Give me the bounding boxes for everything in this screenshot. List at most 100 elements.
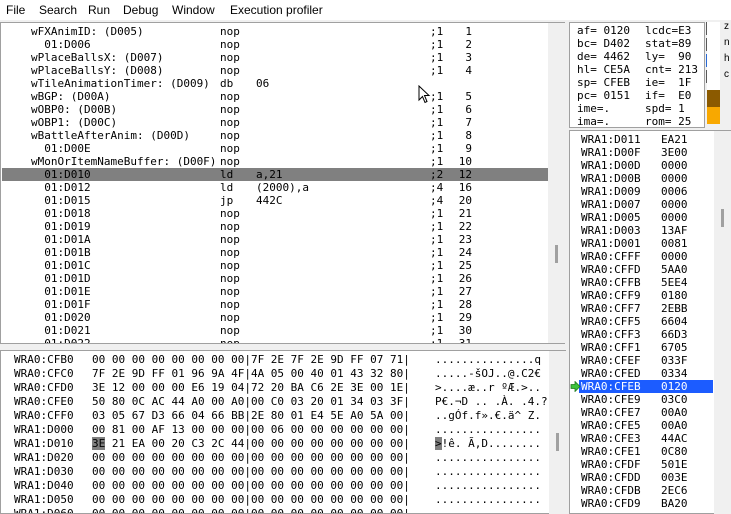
disassembly-row[interactable]: 01:D01A nop ;1 23 [2,233,548,246]
disassembly-row[interactable]: wFXAnimID: (D005) nop ;1 1 [2,25,548,38]
stack-row[interactable]: WRA1:D005 0000 [579,211,713,224]
menu-window[interactable]: Window [172,3,215,17]
stack-row[interactable]: WRA0:CFD9 BA20 [579,497,713,510]
menu-search[interactable]: Search [39,3,77,17]
disassembly-row[interactable]: 01:D019 nop ;1 22 [2,220,548,233]
stack-row[interactable]: WRA0:CFFF 0000 [579,250,713,263]
memory-row[interactable]: WRA1:D060 00 00 00 00 00 00 00 00|00 00 0… [2,507,548,513]
stack-row[interactable]: WRA0:CFF7 2EBB [579,302,713,315]
stack-row[interactable]: WRA0:CFF9 0180 [579,289,713,302]
stack-address: WRA0:CFE5 [581,419,641,432]
stack-address: WRA1:D011 [581,133,641,146]
stack-row[interactable]: WRA0:CFDB 2EC6 [579,484,713,497]
memory-row[interactable]: WRA1:D040 00 00 00 00 00 00 00 00|00 00 0… [2,479,548,492]
memory-hex-view[interactable]: WRA0:CFB0 00 00 00 00 00 00 00 00|7F 2E 7… [0,350,566,514]
stack-scrollbar[interactable] [714,131,731,514]
stack-row[interactable]: WRA1:D011 EA21 [579,133,713,146]
disassembly-row[interactable]: 01:D01C nop ;1 25 [2,259,548,272]
disassembly-line-number: 27 [458,285,472,298]
disassembly-row[interactable]: 01:D022 nop ;1 31 [2,337,548,344]
memory-scroll-thumb[interactable] [556,433,559,451]
stack-value: 0081 [661,237,688,250]
stack-row[interactable]: WRA1:D009 0006 [579,185,713,198]
memory-row[interactable]: WRA0:CFF0 03 05 67 D3 66 04 66 BB|2E 80 0… [2,409,548,422]
stack-view[interactable]: WRA1:D011 EA21 WRA1:D00F 3E00 WRA1:D00D 0000 W… [569,130,731,514]
stack-row[interactable]: WRA0:CFE3 44AC [579,432,713,445]
stack-row[interactable]: WRA0:CFF1 6705 [579,341,713,354]
stack-row[interactable]: WRA0:CFFB 5EE4 [579,276,713,289]
menu-debug[interactable]: Debug [123,3,158,17]
stack-scroll-thumb[interactable] [721,209,724,227]
memory-row[interactable]: WRA1:D000 00 81 00 AF 13 00 00 00|00 06 0… [2,423,548,436]
menu-execution-profiler[interactable]: Execution profiler [230,3,323,17]
disassembly-row[interactable]: wOBP0: (D00B) nop ;1 6 [2,103,548,116]
disassembly-instruction: nop [220,103,240,116]
memory-row[interactable]: WRA0:CFB0 00 00 00 00 00 00 00 00|7F 2E 7… [2,353,548,366]
disassembly-row[interactable]: 01:D01B nop ;1 24 [2,246,548,259]
disassembly-row[interactable]: 01:D020 nop ;1 29 [2,311,548,324]
memory-row[interactable]: WRA1:D020 00 00 00 00 00 00 00 00|00 00 0… [2,451,548,464]
stack-row[interactable]: WRA0:CFEF 033F [579,354,713,367]
memory-row[interactable]: WRA1:D050 00 00 00 00 00 00 00 00|00 00 0… [2,493,548,506]
stack-row[interactable]: WRA0:CFE1 0C80 [579,445,713,458]
memory-row[interactable]: WRA0:CFE0 50 80 0C AC 44 A0 00 A0|00 C0 0… [2,395,548,408]
stack-row[interactable]: WRA0:CFE7 00A0 [579,406,713,419]
stack-row[interactable]: WRA0:CFE5 00A0 [579,419,713,432]
disassembly-row[interactable]: wBattleAfterAnim: (D00D) nop ;1 8 [2,129,548,142]
disassembly-row[interactable]: wBGP: (D00A) nop ;1 5 [2,90,548,103]
disassembly-instruction: ld [220,168,234,181]
stack-row-current[interactable]: WRA0:CFEB 0120 [579,380,713,393]
memory-selected-char[interactable]: > [435,437,442,450]
disassembly-row[interactable]: 01:D018 nop ;1 21 [2,207,548,220]
stack-row[interactable]: WRA1:D00D 0000 [579,159,713,172]
stack-row[interactable]: WRA1:D007 0000 [579,198,713,211]
disassembly-instruction: db [220,77,234,90]
memory-row[interactable]: WRA1:D030 00 00 00 00 00 00 00 00|00 00 0… [2,465,548,478]
stack-row[interactable]: WRA1:D003 13AF [579,224,713,237]
memory-row[interactable]: WRA0:CFD0 3E 12 00 00 00 E6 19 04|72 20 B… [2,381,548,394]
disassembly-line-number: 10 [458,155,472,168]
stack-row[interactable]: WRA0:CFED 0334 [579,367,713,380]
disassembly-row[interactable]: 01:D015 jp 442C ;4 20 [2,194,548,207]
menu-run[interactable]: Run [88,3,110,17]
stack-row[interactable]: WRA1:D00B 0000 [579,172,713,185]
disassembly-cycles: ;1 [430,64,444,77]
disassembly-row[interactable]: 01:D00E nop ;1 9 [2,142,548,155]
stack-row[interactable]: WRA0:CFDF 501E [579,458,713,471]
stack-row[interactable]: WRA0:CFF3 66D3 [579,328,713,341]
disassembly-row[interactable]: wPlaceBallsX: (D007) nop ;1 3 [2,51,548,64]
disassembly-scrollbar[interactable] [548,23,565,343]
disassembly-row[interactable]: wOBP1: (D00C) nop ;1 7 [2,116,548,129]
stack-row[interactable]: WRA1:D001 0081 [579,237,713,250]
disassembly-row[interactable]: wTileAnimationTimer: (D009) db 06 [2,77,548,90]
disassembly-row[interactable]: 01:D01F nop ;1 28 [2,298,548,311]
disassembly-row[interactable]: 01:D006 nop ;1 2 [2,38,548,51]
stack-row[interactable]: WRA0:CFFD 5AA0 [579,263,713,276]
menu-file[interactable]: File [6,3,25,17]
disassembly-row-current[interactable]: 01:D010 ld a,21 ;2 12 [2,168,548,181]
disassembly-row[interactable]: 01:D021 nop ;1 30 [2,324,548,337]
stack-row[interactable]: WRA0:CFF5 6604 [579,315,713,328]
stack-row[interactable]: WRA0:CFE9 03C0 [579,393,713,406]
disassembly-scroll-thumb[interactable] [555,245,558,263]
stack-row[interactable]: WRA0:CFDD 003E [579,471,713,484]
palette-swatch [707,107,720,124]
disassembly-view[interactable]: wFXAnimID: (D005) nop ;1 1 01:D006 nop ;1 2 wPl… [0,22,565,344]
memory-row[interactable]: WRA1:D010 3E 21 EA 00 20 C3 2C 44|00 00 0… [2,437,548,450]
register-value: pc= 0151 [577,89,630,102]
memory-ascii: ................ [435,493,541,506]
memory-selected-byte[interactable]: 3E [92,437,106,450]
disassembly-instruction: nop [220,324,240,337]
memory-scrollbar[interactable] [549,351,566,514]
stack-value: 3E00 [661,146,688,159]
register-value: stat=89 [645,37,692,50]
stack-row[interactable]: WRA1:D00F 3E00 [579,146,713,159]
register-value: cnt= 213 [645,63,698,76]
disassembly-row[interactable]: 01:D01D nop ;1 26 [2,272,548,285]
disassembly-row[interactable]: wPlaceBallsY: (D008) nop ;1 4 [2,64,548,77]
disassembly-row[interactable]: wMonOrItemNameBuffer: (D00F) nop ;1 10 [2,155,548,168]
memory-row[interactable]: WRA0:CFC0 7F 2E 9D FF 01 96 9A 4F|4A 05 0… [2,367,548,380]
disassembly-row[interactable]: 01:D01E nop ;1 27 [2,285,548,298]
disassembly-row[interactable]: 01:D012 ld (2000),a ;4 16 [2,181,548,194]
disassembly-instruction: nop [220,337,240,344]
